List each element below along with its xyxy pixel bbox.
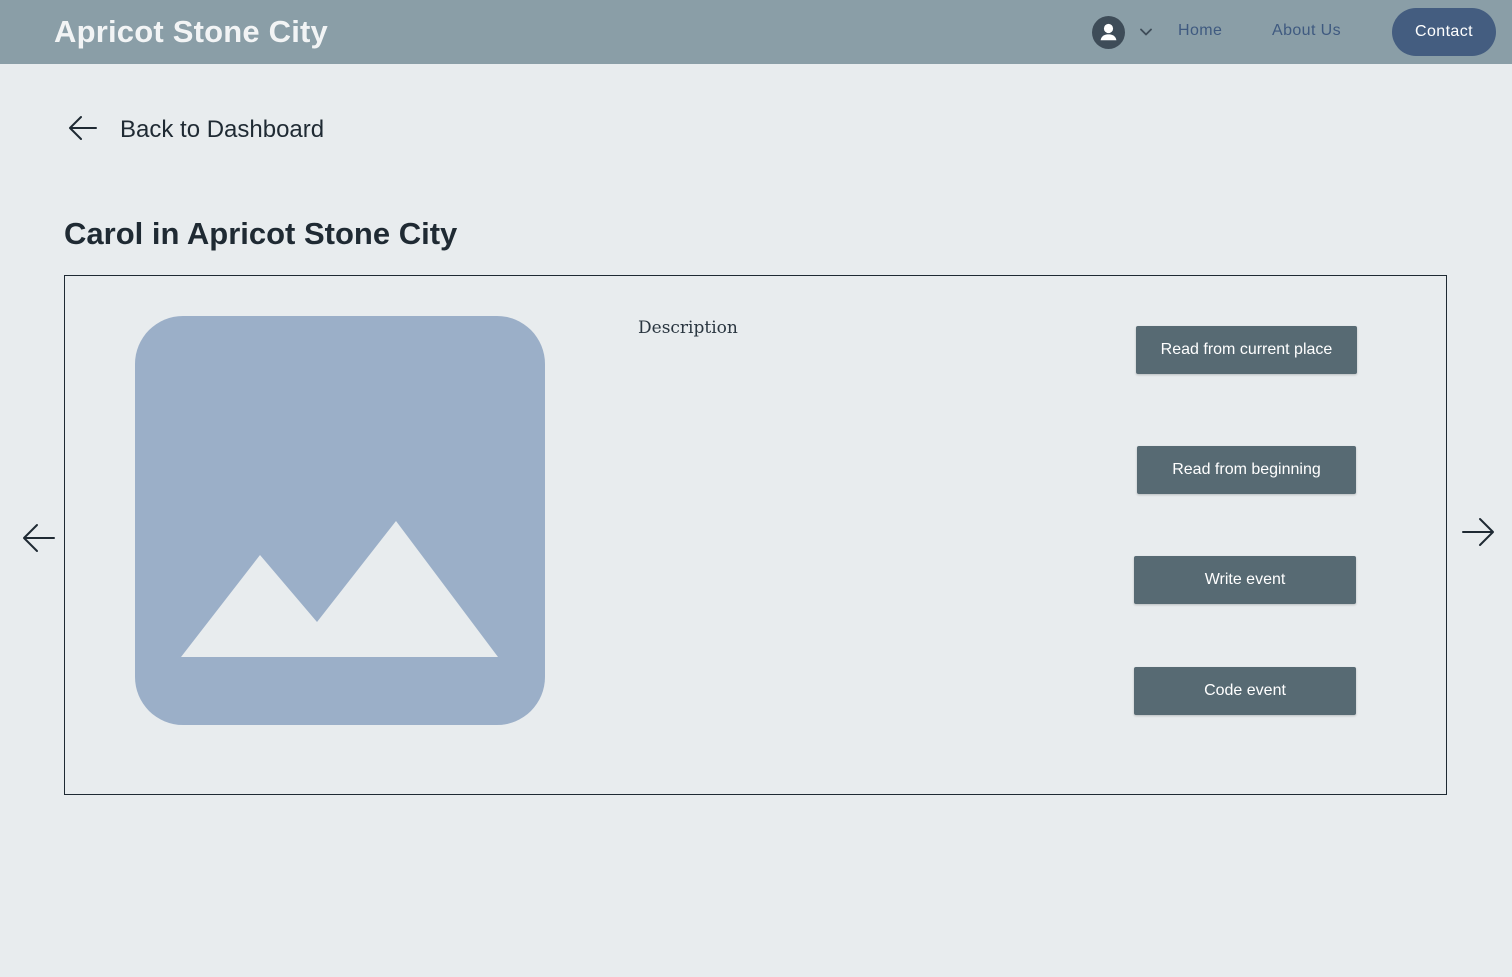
story-description: Description [638, 318, 738, 338]
user-avatar-icon[interactable] [1092, 16, 1125, 49]
page-title: Carol in Apricot Stone City [64, 216, 458, 251]
brand-title[interactable]: Apricot Stone City [54, 14, 328, 50]
top-navigation-bar: Apricot Stone City Home About Us Contact [0, 0, 1512, 64]
user-menu[interactable] [1092, 16, 1156, 49]
nav-link-about-us[interactable]: About Us [1272, 22, 1341, 40]
story-card: Description Read from current place Read… [64, 275, 1447, 795]
write-event-button[interactable]: Write event [1134, 556, 1356, 604]
carousel-prev-arrow-icon[interactable] [21, 520, 57, 556]
read-from-beginning-button[interactable]: Read from beginning [1137, 446, 1356, 494]
read-from-current-place-button[interactable]: Read from current place [1136, 326, 1357, 374]
code-event-button[interactable]: Code event [1134, 667, 1356, 715]
chevron-down-icon[interactable] [1138, 24, 1154, 40]
carousel-next-arrow-icon[interactable] [1460, 514, 1496, 550]
nav-link-home[interactable]: Home [1178, 22, 1222, 40]
image-placeholder-icon [135, 316, 545, 725]
arrow-left-icon[interactable] [66, 111, 100, 150]
back-to-dashboard-link[interactable]: Back to Dashboard [66, 112, 324, 148]
contact-button[interactable]: Contact [1392, 8, 1496, 56]
back-to-dashboard-label[interactable]: Back to Dashboard [120, 116, 324, 144]
